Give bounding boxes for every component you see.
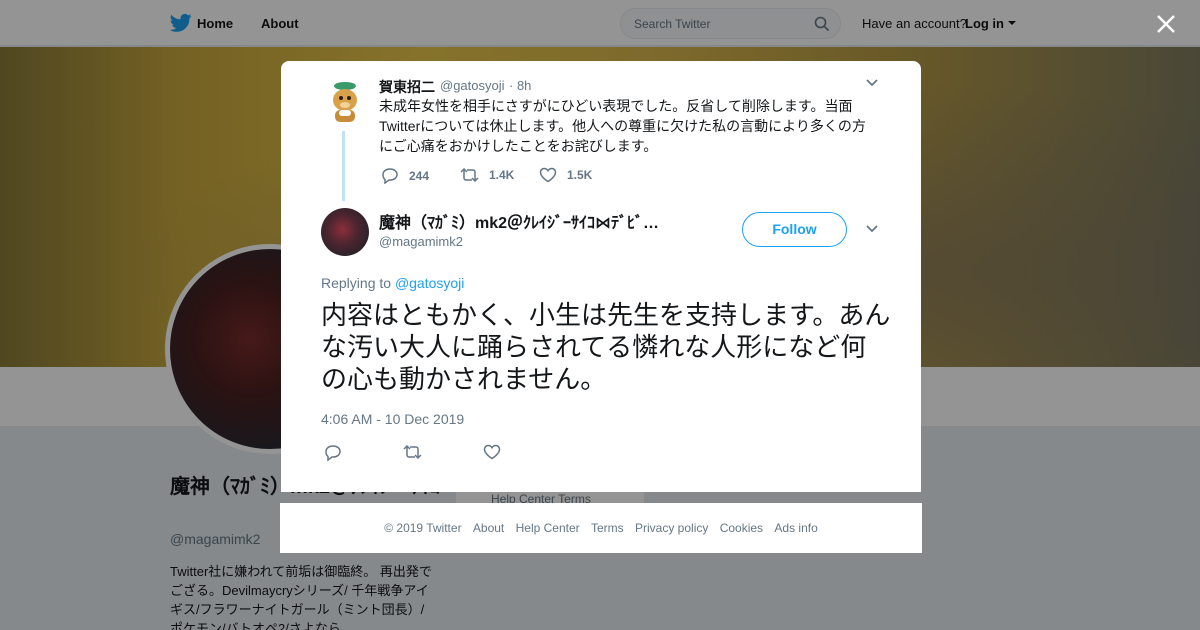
follow-button[interactable]: Follow — [742, 212, 847, 247]
retweet-icon — [403, 444, 422, 460]
replying-to-prefix: Replying to — [321, 275, 392, 291]
like-icon — [483, 444, 501, 460]
replying-to-link[interactable]: @gatosyoji — [395, 275, 464, 291]
main-tweet-avatar[interactable] — [321, 208, 369, 256]
close-icon[interactable] — [1156, 14, 1176, 34]
footer-privacy-link[interactable]: Privacy policy — [635, 521, 708, 535]
parent-tweet-avatar[interactable] — [321, 78, 369, 126]
footer-cookies-link[interactable]: Cookies — [720, 521, 763, 535]
parent-tweet-author-handle[interactable]: @gatosyoji — [440, 78, 505, 93]
main-tweet-timestamp[interactable]: 4:06 AM - 10 Dec 2019 — [321, 411, 464, 427]
footer-about-link[interactable]: About — [473, 521, 504, 535]
parent-tweet-text: 未成年女性を相手にさすがにひどい表現でした。反省して削除します。当面Twitte… — [379, 98, 866, 154]
chevron-down-icon[interactable] — [865, 224, 879, 234]
chevron-down-icon[interactable] — [865, 78, 879, 88]
like-button[interactable]: 1.5K — [539, 167, 592, 183]
like-count: 1.5K — [567, 168, 593, 182]
retweet-button[interactable]: 1.4K — [460, 167, 514, 183]
main-tweet-text: 内容はともかく、小生は先生を支持します。あんな汚い大人に踊らされてる憐れな人形に… — [321, 301, 891, 395]
footer-terms-link[interactable]: Terms — [591, 521, 624, 535]
tweet-permalink-modal: 賀東招二 @gatosyoji · 8h 未成年女性を相手にさすがにひどい表現で… — [281, 61, 921, 492]
footer-ads-link[interactable]: Ads info — [774, 521, 817, 535]
retweet-icon — [460, 167, 479, 183]
thread-connector-line — [342, 131, 345, 201]
footer-copyright: © 2019 Twitter — [384, 521, 462, 535]
main-tweet-author-name[interactable]: 魔神（ﾏｶﾞﾐ）mk2＠ｸﾚｲｼﾞｰｻｲｺ⋈ﾃﾞﾋﾞ… — [379, 209, 699, 233]
parent-tweet-author-name[interactable]: 賀東招二 — [379, 77, 435, 97]
reply-icon — [382, 168, 398, 184]
reply-icon — [325, 445, 341, 461]
main-tweet-author-handle[interactable]: @magamimk2 — [379, 234, 463, 249]
retweet-count: 1.4K — [489, 168, 515, 182]
parent-tweet-time[interactable]: · 8h — [509, 78, 531, 93]
footer-links: © 2019 Twitter About Help Center Terms P… — [280, 521, 922, 535]
reply-button[interactable]: 244 — [381, 167, 429, 184]
footer-help-link[interactable]: Help Center — [516, 521, 580, 535]
reply-button[interactable] — [324, 444, 352, 461]
modal-footer: © 2019 Twitter About Help Center Terms P… — [280, 503, 922, 553]
like-icon — [539, 167, 557, 183]
replying-to-line: Replying to @gatosyoji — [321, 275, 464, 291]
reply-count: 244 — [409, 168, 430, 183]
like-button[interactable] — [483, 444, 511, 460]
retweet-button[interactable] — [403, 444, 432, 460]
